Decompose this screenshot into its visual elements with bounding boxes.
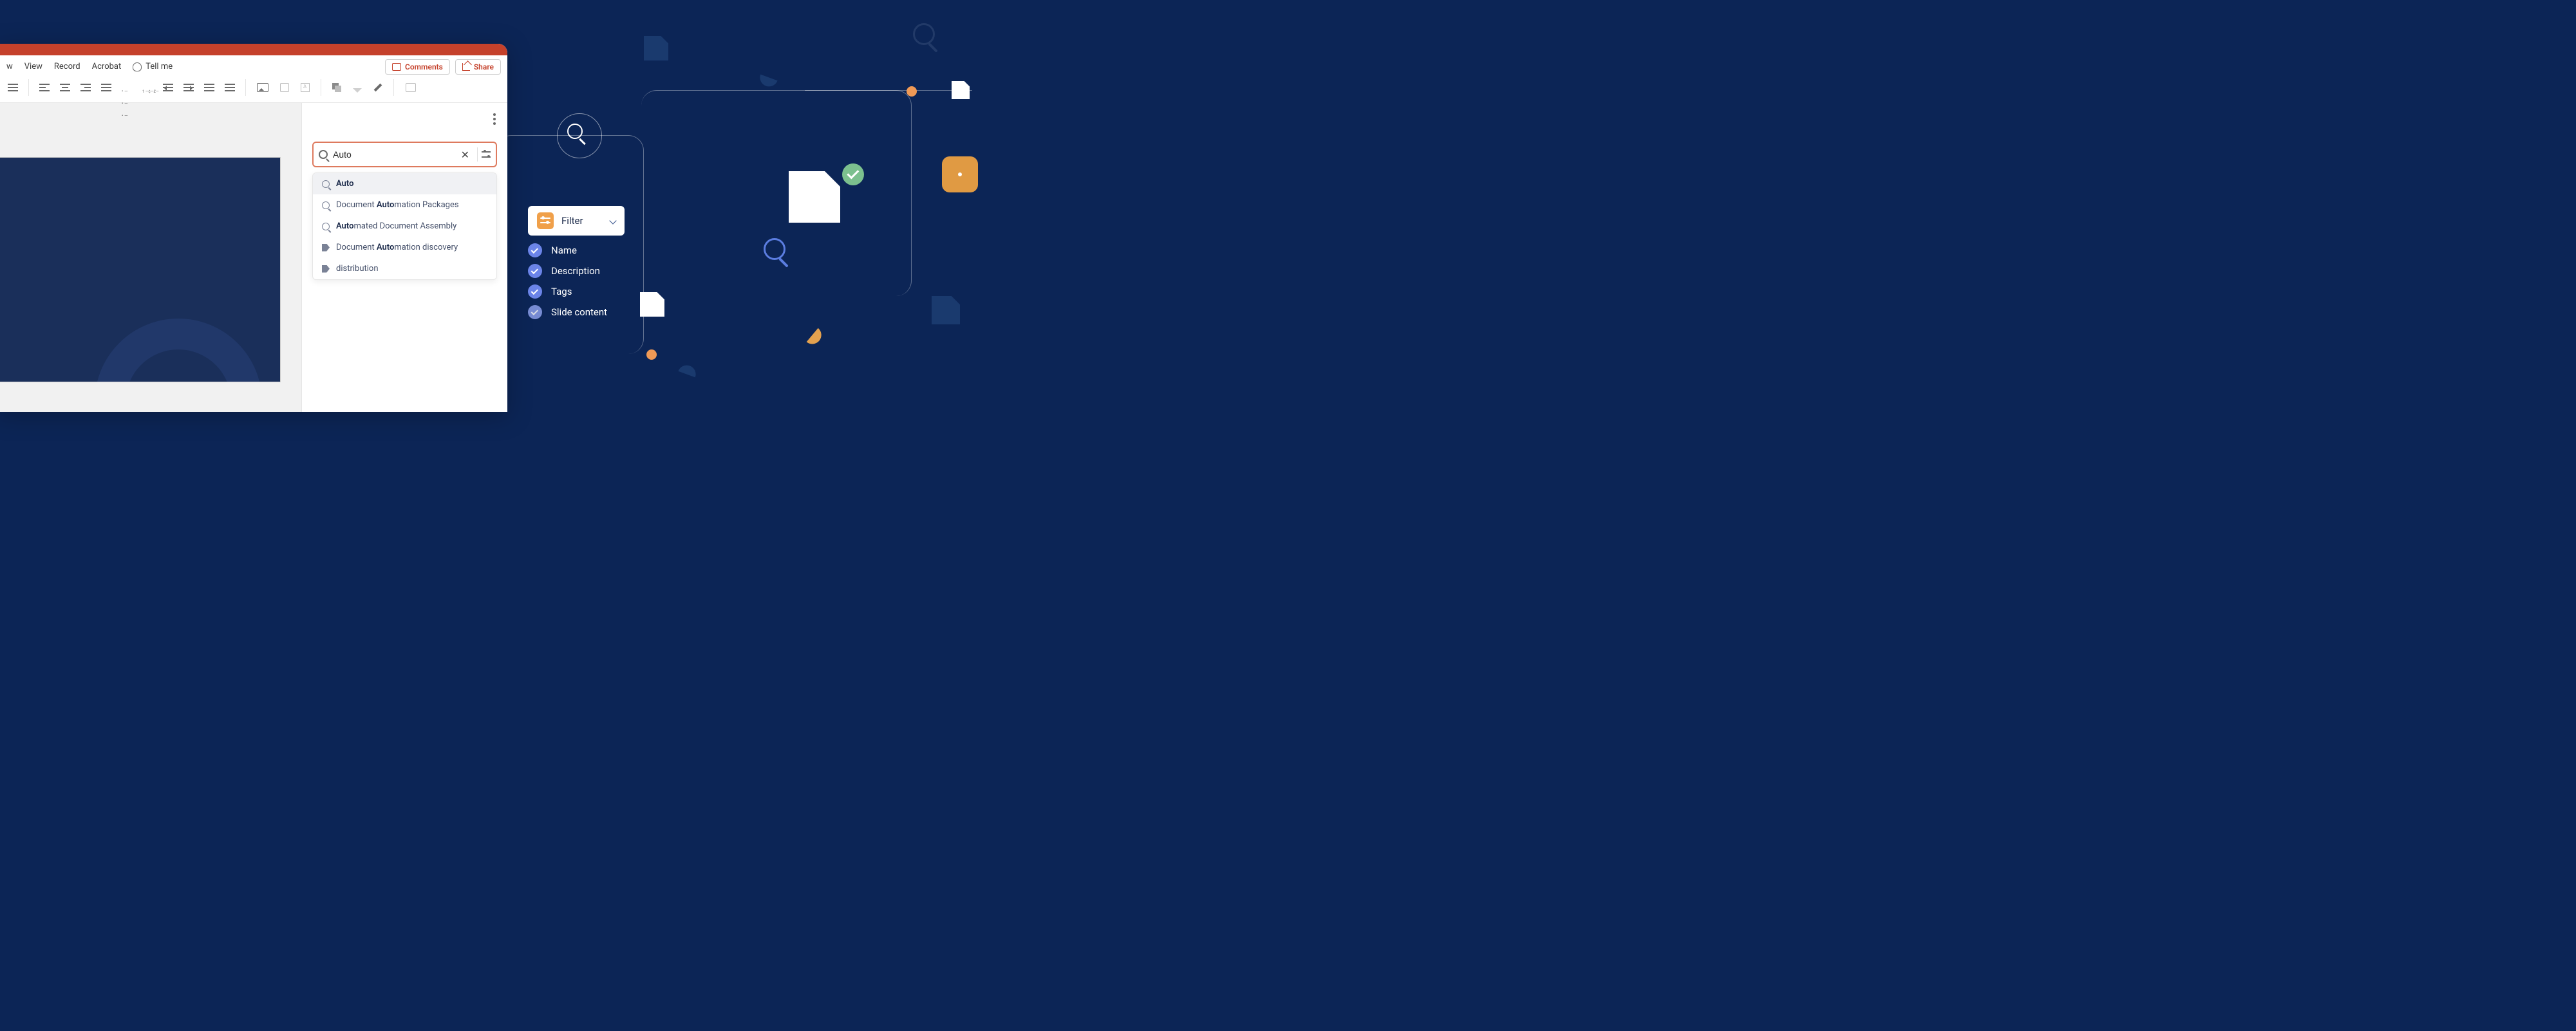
filter-option-label: Tags: [551, 286, 572, 297]
search-icon: [764, 238, 785, 260]
ribbon-tabs: w View Record Acrobat Tell me Comments S…: [0, 55, 507, 75]
filter-option-label: Name: [551, 245, 577, 256]
dot-icon: [907, 86, 917, 97]
separator: [245, 79, 246, 96]
ribbon-tab[interactable]: w: [6, 62, 13, 71]
tell-me[interactable]: Tell me: [133, 62, 173, 71]
suggestion-text: Document Automation Packages: [336, 200, 459, 210]
suggestion-item[interactable]: distribution: [313, 258, 496, 279]
filter-option-description[interactable]: Description: [528, 264, 607, 278]
search-icon: [322, 223, 330, 230]
suggestion-text: distribution: [336, 264, 379, 274]
connector-line: [641, 90, 912, 296]
slide[interactable]: [0, 157, 281, 382]
separator: [477, 147, 478, 162]
document-icon: [932, 296, 960, 324]
comments-button[interactable]: Comments: [385, 59, 450, 75]
filter-label: Filter: [561, 215, 583, 227]
search-icon: [567, 124, 583, 139]
suggestion-text: Document Automation discovery: [336, 243, 458, 252]
suggestion-item[interactable]: Automated Document Assembly: [313, 216, 496, 237]
check-icon: [528, 264, 542, 278]
chevron-down-icon: [609, 217, 616, 224]
search-icon: [322, 201, 330, 209]
search-icon: [913, 23, 935, 45]
comments-label: Comments: [405, 62, 443, 71]
arrange-button[interactable]: [329, 80, 344, 95]
filter-dropdown[interactable]: Filter: [528, 206, 625, 236]
share-icon: [462, 63, 470, 71]
suggestion-item[interactable]: Document Automation discovery: [313, 237, 496, 258]
filter-option-tags[interactable]: Tags: [528, 284, 607, 299]
line-spacing-button[interactable]: [202, 80, 217, 95]
filter-options: Name Description Tags Slide content: [528, 243, 607, 319]
search-panel: ✕ Auto Document Automation Packages Auto…: [301, 103, 507, 412]
ribbon-tab-record[interactable]: Record: [54, 62, 80, 71]
half-circle-icon: [757, 75, 777, 89]
suggestion-item[interactable]: Auto: [313, 173, 496, 194]
columns-button[interactable]: [222, 80, 238, 95]
filter-icon: [537, 212, 554, 229]
separator: [28, 79, 29, 96]
suggestion-item[interactable]: Document Automation Packages: [313, 194, 496, 216]
increase-indent-button[interactable]: [181, 80, 196, 95]
bulb-icon: [133, 62, 142, 71]
insert-picture-button[interactable]: [254, 80, 272, 95]
numbering-button[interactable]: [140, 80, 155, 95]
search-input[interactable]: [333, 149, 457, 160]
share-button[interactable]: Share: [455, 59, 501, 75]
dot-icon: [646, 349, 657, 360]
insert-shape-button[interactable]: [277, 80, 292, 95]
align-center-button[interactable]: [57, 80, 73, 95]
tag-icon: [322, 244, 330, 252]
clear-search-button[interactable]: ✕: [457, 149, 473, 161]
check-badge-icon: [842, 163, 864, 185]
toolbar-btn[interactable]: [5, 80, 21, 95]
half-circle-icon: [807, 328, 825, 348]
separator: [393, 79, 394, 96]
align-justify-button[interactable]: [99, 80, 114, 95]
filter-option-label: Slide content: [551, 306, 607, 318]
powerpoint-window: w View Record Acrobat Tell me Comments S…: [0, 44, 507, 412]
panel-menu-button[interactable]: [493, 113, 496, 125]
new-slide-button[interactable]: [402, 80, 420, 95]
document-icon: [952, 81, 970, 99]
check-icon: [528, 305, 542, 319]
half-circle-icon: [678, 363, 698, 378]
slide-area: [0, 103, 301, 412]
share-label: Share: [474, 62, 494, 71]
window-titlebar: [0, 44, 507, 55]
ribbon-toolbar: [0, 75, 507, 103]
format-painter-button[interactable]: [370, 80, 386, 95]
search-field-wrap: ✕: [312, 142, 497, 167]
suggestion-text: Automated Document Assembly: [336, 221, 456, 231]
search-icon: [319, 150, 328, 159]
tag-icon: [322, 265, 330, 273]
check-icon: [528, 243, 542, 257]
slide-graphic: [95, 319, 262, 382]
search-icon: [322, 180, 330, 188]
search-settings-button[interactable]: [482, 150, 491, 159]
align-left-button[interactable]: [37, 80, 52, 95]
rounded-square-icon: [942, 156, 978, 192]
suggestion-text: Auto: [336, 179, 353, 189]
filter-option-label: Description: [551, 265, 600, 277]
fill-color-button[interactable]: [350, 80, 365, 95]
tell-me-label: Tell me: [146, 62, 173, 71]
bullets-button[interactable]: [119, 80, 135, 95]
editor-canvas: ✕ Auto Document Automation Packages Auto…: [0, 103, 507, 412]
search-suggestions: Auto Document Automation Packages Automa…: [312, 172, 497, 280]
insert-textbox-button[interactable]: [297, 80, 313, 95]
document-icon: [789, 171, 840, 223]
connector-line: [805, 90, 972, 91]
comment-icon: [392, 63, 401, 71]
ribbon-tab-view[interactable]: View: [24, 62, 42, 71]
document-icon: [644, 36, 668, 60]
align-right-button[interactable]: [78, 80, 93, 95]
filter-option-name[interactable]: Name: [528, 243, 607, 257]
check-icon: [528, 284, 542, 299]
ribbon-tab-acrobat[interactable]: Acrobat: [92, 62, 122, 71]
filter-option-slide-content[interactable]: Slide content: [528, 305, 607, 319]
decrease-indent-button[interactable]: [160, 80, 176, 95]
